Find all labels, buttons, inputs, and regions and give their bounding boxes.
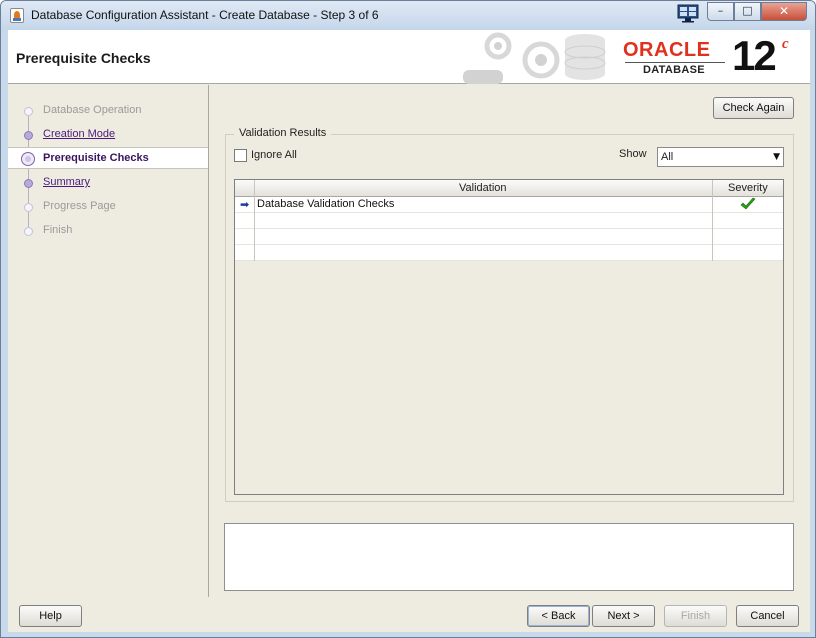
maximize-button[interactable]: □ <box>734 2 761 21</box>
row-arrow-icon: ➡ <box>240 198 250 211</box>
check-again-button[interactable]: Check Again <box>713 97 794 119</box>
logo-divider <box>625 62 725 63</box>
database-logo-text: DATABASE <box>643 64 705 76</box>
step-label: Prerequisite Checks <box>43 152 149 164</box>
finish-button: Finish <box>664 605 727 627</box>
gears-database-art-icon <box>463 32 606 84</box>
step-label: Finish <box>43 224 73 236</box>
step-label[interactable]: Creation Mode <box>43 128 115 140</box>
step-progress-page: Progress Page <box>8 196 208 218</box>
step-label[interactable]: Summary <box>43 176 90 188</box>
minimize-icon: – <box>717 4 724 17</box>
validation-table: Validation Severity ➡ Database Validatio… <box>234 179 784 495</box>
show-filter-select[interactable]: All ▼ <box>657 147 784 167</box>
step-summary[interactable]: Summary <box>8 172 208 194</box>
step-dot-icon <box>24 179 33 188</box>
page-title: Prerequisite Checks <box>16 50 151 66</box>
maximize-icon: □ <box>742 4 753 17</box>
show-filter-value: All <box>661 151 674 163</box>
step-label: Progress Page <box>43 200 116 212</box>
step-creation-mode[interactable]: Creation Mode <box>8 124 208 146</box>
dbca-window: Database Configuration Assistant - Creat… <box>0 0 816 638</box>
version-number: 12 <box>732 32 777 79</box>
show-filter-label: Show <box>619 148 647 160</box>
window-title: Database Configuration Assistant - Creat… <box>31 8 379 22</box>
step-dot-icon <box>24 107 33 116</box>
step-label: Database Operation <box>43 104 142 116</box>
minimize-button[interactable]: – <box>707 2 734 21</box>
oracle-database-logo: ORACLE DATABASE <box>623 39 728 76</box>
close-button[interactable]: ✕ <box>761 2 807 21</box>
table-row[interactable]: ➡ Database Validation Checks <box>235 197 783 213</box>
next-button[interactable]: Next > <box>592 605 655 627</box>
column-divider <box>254 180 255 261</box>
column-header-validation[interactable]: Validation <box>459 182 507 194</box>
cancel-button[interactable]: Cancel <box>736 605 799 627</box>
step-dot-icon <box>24 203 33 212</box>
table-row-empty <box>235 245 783 261</box>
dropdown-arrow-icon: ▼ <box>773 152 780 162</box>
title-bar[interactable]: Database Configuration Assistant - Creat… <box>1 1 815 30</box>
step-dot-icon <box>24 131 33 140</box>
version-suffix: c <box>782 36 789 52</box>
current-step-icon <box>21 152 35 166</box>
table-row-empty <box>235 213 783 229</box>
dialog-client: Prerequisite Checks ORACLE DATABASE 12 c… <box>8 30 810 632</box>
close-icon: ✕ <box>778 4 790 18</box>
steps-navigation: Database Operation Creation Mode Prerequ… <box>8 85 209 597</box>
ignore-all-label[interactable]: Ignore All <box>251 149 297 161</box>
monitor-icon <box>677 4 699 23</box>
validation-results-title: Validation Results <box>234 127 332 139</box>
ignore-all-checkbox[interactable] <box>234 149 247 162</box>
column-divider <box>712 180 713 261</box>
step-prerequisite-checks: Prerequisite Checks <box>8 147 208 169</box>
page-header: Prerequisite Checks ORACLE DATABASE 12 c <box>8 30 810 84</box>
back-button[interactable]: < Back <box>527 605 590 627</box>
table-row-empty <box>235 229 783 245</box>
check-icon <box>740 197 756 210</box>
step-dot-icon <box>24 227 33 236</box>
step-database-operation: Database Operation <box>8 100 208 122</box>
table-header: Validation Severity <box>235 180 783 197</box>
step-finish: Finish <box>8 220 208 242</box>
validation-check-name: Database Validation Checks <box>257 198 395 210</box>
details-text-area[interactable] <box>224 523 794 591</box>
column-header-severity[interactable]: Severity <box>728 182 768 194</box>
help-button[interactable]: Help <box>19 605 82 627</box>
oracle-logo-text: ORACLE <box>623 39 711 61</box>
java-app-icon <box>10 8 24 23</box>
